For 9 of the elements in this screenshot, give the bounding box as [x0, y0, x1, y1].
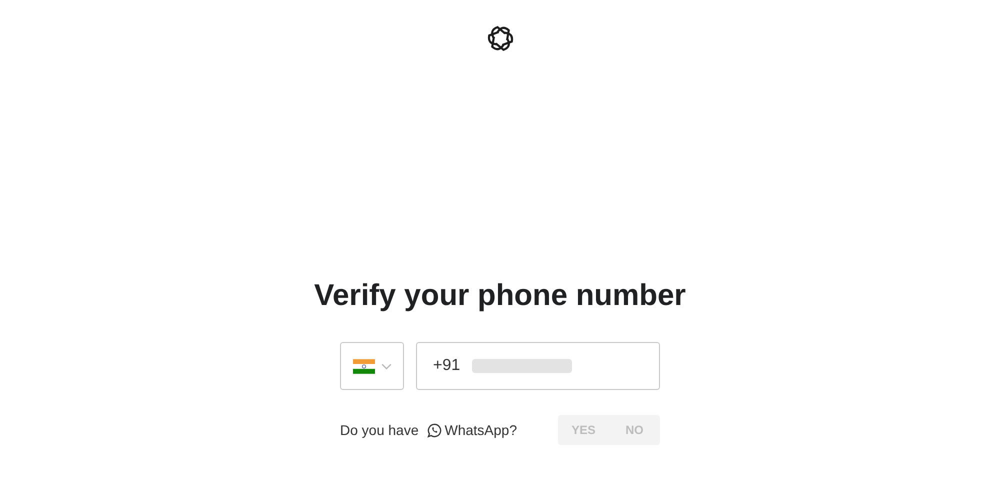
page-title: Verify your phone number	[314, 278, 686, 314]
flag-icon	[352, 358, 374, 374]
country-select[interactable]	[340, 342, 404, 390]
app-name: WhatsApp?	[444, 422, 517, 438]
chat-bubble-icon	[426, 422, 442, 438]
country-code: +91	[433, 357, 460, 375]
question-text: Do you have	[340, 422, 419, 438]
phone-field[interactable]: +91	[416, 342, 660, 390]
chevron-down-icon	[380, 362, 392, 370]
